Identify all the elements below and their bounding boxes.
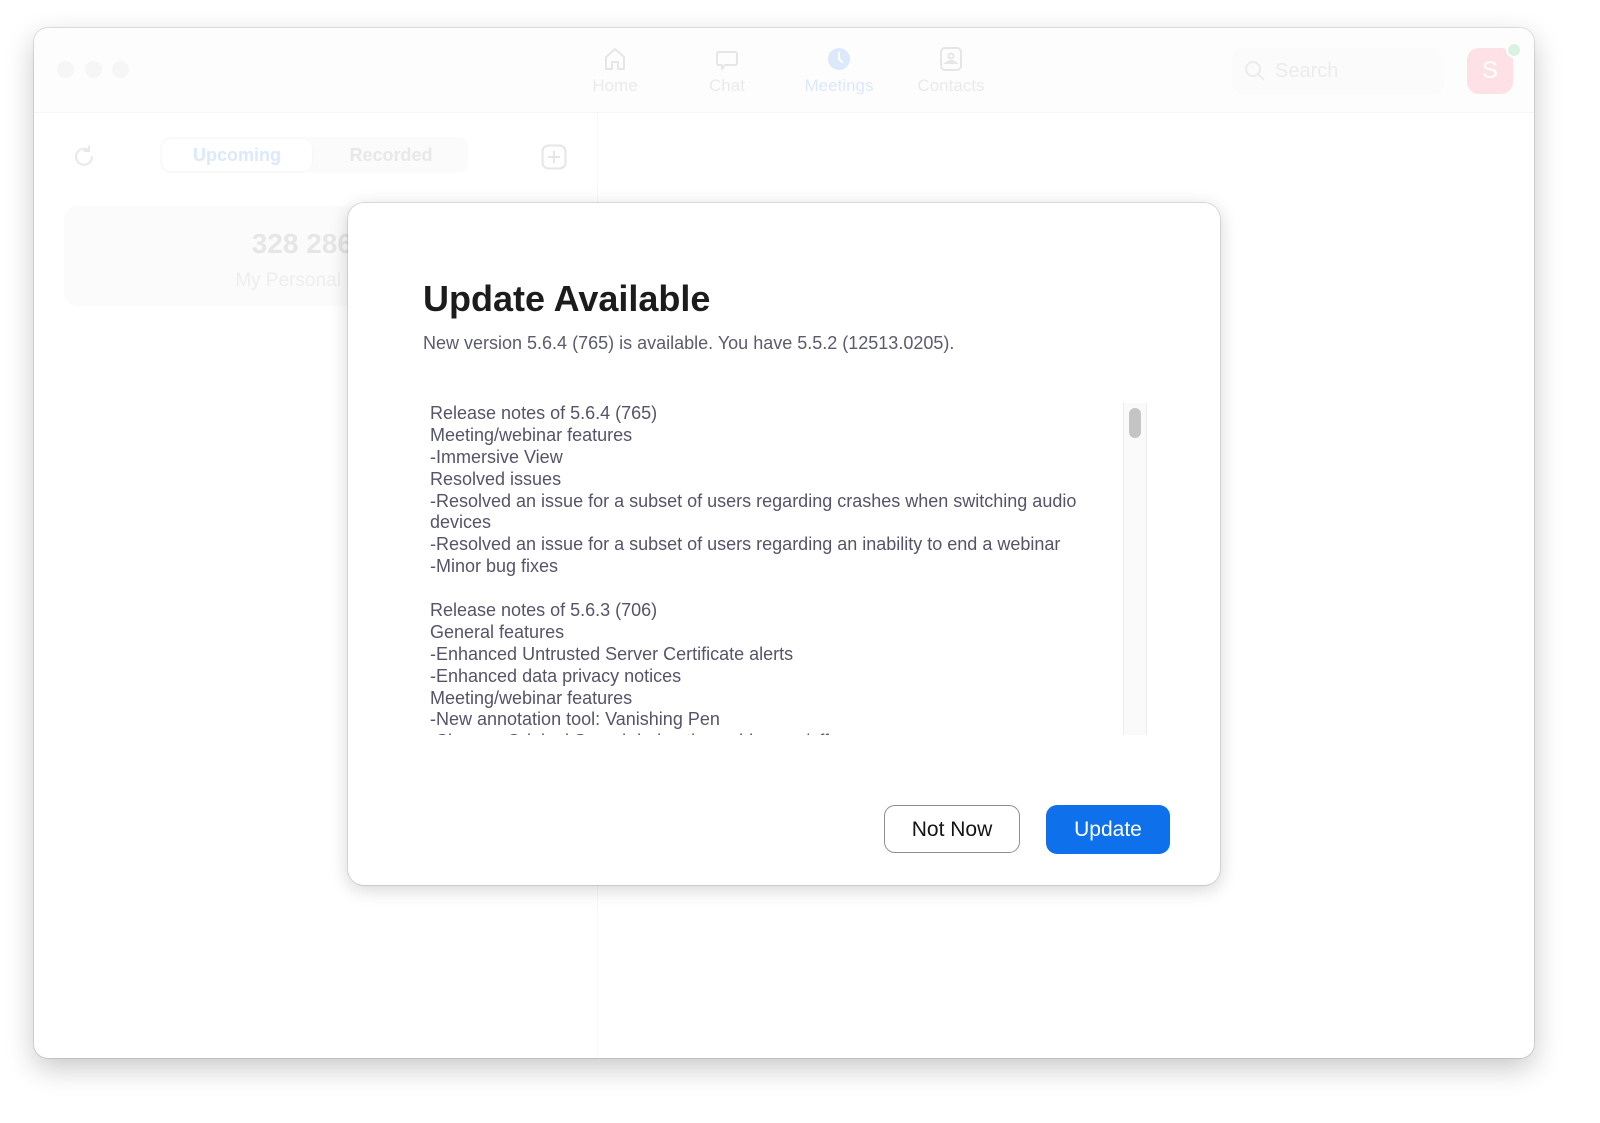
- home-icon: [605, 48, 625, 70]
- search-placeholder: Search: [1275, 60, 1339, 82]
- zoom-window-button[interactable]: [112, 61, 129, 78]
- nav-tab-label: Home: [592, 76, 638, 95]
- release-notes-line: -Enhanced data privacy notices: [430, 665, 682, 686]
- refresh-icon[interactable]: [72, 145, 96, 169]
- release-notes-line: Release notes of 5.6.4 (765): [430, 403, 658, 423]
- release-notes-line: devices: [430, 512, 492, 533]
- scrollbar-thumb[interactable]: [1129, 408, 1141, 438]
- presence-indicator: [1506, 42, 1522, 58]
- search-icon: [1245, 61, 1265, 81]
- search-input[interactable]: Search: [1232, 48, 1444, 94]
- update-available-dialog: Update Available New version 5.6.4 (765)…: [348, 203, 1220, 885]
- release-notes-line: -Immersive View: [430, 446, 563, 467]
- meetings-segmented-control: Upcoming Recorded: [160, 137, 468, 173]
- release-notes-line: -Enhanced Untrusted Server Certificate a…: [430, 643, 794, 664]
- release-notes-scrollbar[interactable]: [1123, 403, 1147, 735]
- release-notes-line: -Minor bug fixes: [430, 556, 559, 577]
- chat-icon: [716, 51, 738, 70]
- nav-tab-chat[interactable]: Chat: [672, 46, 782, 96]
- release-notes-line: -Resolved an issue for a subset of users…: [430, 490, 1077, 511]
- nav-tab-label: Chat: [709, 76, 745, 95]
- nav-tab-label: Meetings: [804, 76, 874, 95]
- release-notes-spacer: [430, 578, 1120, 600]
- dialog-title: Update Available: [423, 278, 711, 319]
- release-notes-text[interactable]: Release notes of 5.6.4 (765) Meeting/webi…: [430, 403, 1120, 735]
- title-bar: Home Chat Meetings Contacts Search S: [34, 28, 1534, 113]
- contact-card-icon: [940, 47, 962, 71]
- release-notes-line: General features: [430, 621, 565, 642]
- tab-upcoming[interactable]: Upcoming: [162, 139, 312, 171]
- clock-icon: [828, 48, 850, 70]
- release-notes-line: Meeting/webinar features: [430, 687, 633, 708]
- release-notes-line: -Resolved an issue for a subset of users…: [430, 534, 1061, 555]
- nav-tab-meetings[interactable]: Meetings: [784, 46, 894, 96]
- release-notes-line: -New annotation tool: Vanishing Pen: [430, 709, 720, 730]
- nav-tab-contacts[interactable]: Contacts: [896, 46, 1006, 96]
- release-notes-line: Release notes of 5.6.3 (706): [430, 600, 658, 621]
- release-notes-line: Meeting/webinar features: [430, 424, 633, 445]
- release-notes-line: -Show or Original Sound during the webin…: [430, 731, 1120, 735]
- nav-tab-label: Contacts: [917, 76, 985, 95]
- avatar[interactable]: S: [1467, 48, 1513, 94]
- close-window-button[interactable]: [57, 61, 74, 78]
- not-now-button[interactable]: Not Now: [884, 805, 1020, 853]
- nav-tab-home[interactable]: Home: [560, 46, 670, 96]
- release-notes-line: Resolved issues: [430, 468, 562, 489]
- add-meeting-icon[interactable]: [541, 144, 567, 170]
- minimize-window-button[interactable]: [85, 61, 102, 78]
- update-button[interactable]: Update: [1046, 805, 1170, 854]
- dialog-subtitle: New version 5.6.4 (765) is available. Yo…: [423, 333, 955, 353]
- tab-recorded[interactable]: Recorded: [316, 139, 466, 171]
